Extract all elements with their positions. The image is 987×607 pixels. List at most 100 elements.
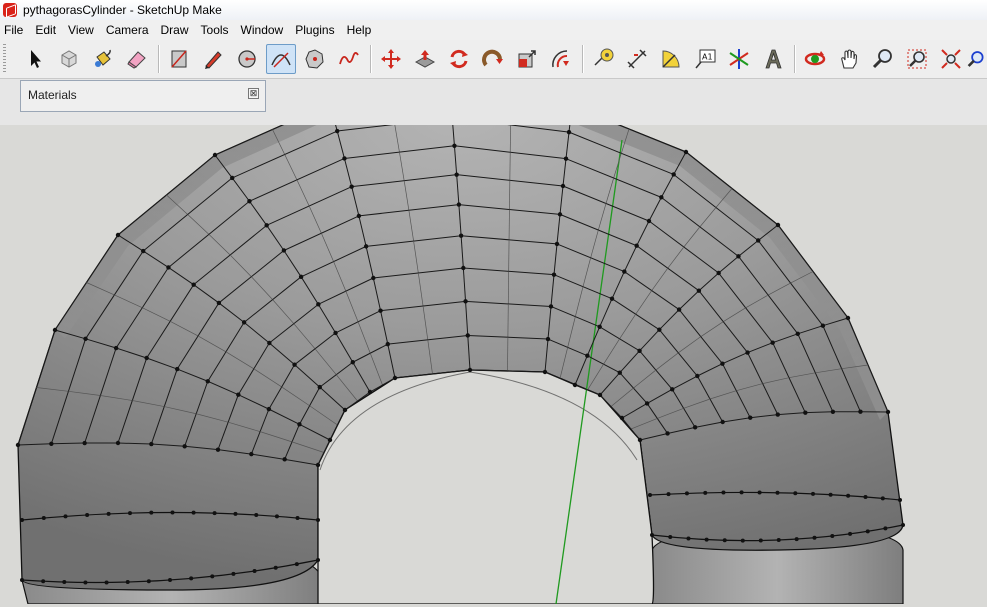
- mesh-vertex: [192, 511, 196, 515]
- mesh-vertex: [883, 526, 887, 530]
- mesh-vertex: [62, 580, 66, 584]
- mesh-vertex: [638, 438, 642, 442]
- mesh-vertex: [821, 323, 825, 327]
- mesh-vertex: [898, 498, 902, 502]
- mesh-vertex: [748, 416, 752, 420]
- mesh-vertex: [64, 514, 68, 518]
- close-icon[interactable]: ⊠: [248, 88, 259, 99]
- freehand-icon: [337, 47, 361, 71]
- mesh-vertex: [114, 346, 118, 350]
- freehand-button[interactable]: [334, 44, 364, 74]
- mesh-vertex: [274, 566, 278, 570]
- mesh-vertex: [128, 511, 132, 515]
- make-component-button[interactable]: [54, 44, 84, 74]
- scale-icon: [515, 47, 539, 71]
- protractor-button[interactable]: [656, 44, 686, 74]
- mesh-vertex: [342, 156, 346, 160]
- mesh-vertex: [677, 307, 681, 311]
- mesh-vertex: [685, 491, 689, 495]
- circle-button[interactable]: [232, 44, 262, 74]
- rotate-button[interactable]: [444, 44, 474, 74]
- mesh-vertex: [213, 511, 217, 515]
- paint-bucket-button[interactable]: [88, 44, 118, 74]
- mesh-vertex: [546, 337, 550, 341]
- mesh-vertex: [386, 342, 390, 346]
- push-pull-button[interactable]: [410, 44, 440, 74]
- previous-view-button[interactable]: [966, 44, 987, 74]
- mesh-vertex: [83, 580, 87, 584]
- toolbar-grip[interactable]: [3, 44, 6, 74]
- mesh-vertex: [697, 289, 701, 293]
- mesh-vertex: [796, 332, 800, 336]
- materials-panel[interactable]: Materials ⊠: [20, 80, 266, 112]
- menu-window[interactable]: Window: [236, 23, 291, 37]
- mesh-vertex: [813, 536, 817, 540]
- mesh-vertex: [149, 511, 153, 515]
- mesh-vertex: [777, 538, 781, 542]
- line-button[interactable]: [198, 44, 228, 74]
- dimension-button[interactable]: [622, 44, 652, 74]
- menu-tools[interactable]: Tools: [196, 23, 236, 37]
- zoom-extents-button[interactable]: [936, 44, 966, 74]
- mesh-vertex: [555, 242, 559, 246]
- menu-help[interactable]: Help: [342, 23, 379, 37]
- 3d-text-icon: [761, 47, 785, 71]
- rectangle-button[interactable]: [164, 44, 194, 74]
- 3d-text-button[interactable]: [758, 44, 788, 74]
- tape-measure-button[interactable]: [588, 44, 618, 74]
- mesh-vertex: [282, 457, 286, 461]
- follow-me-button[interactable]: [478, 44, 508, 74]
- mesh-vertex: [335, 129, 339, 133]
- menu-plugins[interactable]: Plugins: [290, 23, 341, 37]
- text-label-button[interactable]: A1: [690, 44, 720, 74]
- mesh-vertex: [182, 444, 186, 448]
- mesh-vertex: [803, 410, 807, 414]
- mesh-vertex: [829, 493, 833, 497]
- pan-button[interactable]: [834, 44, 864, 74]
- previous-view-icon: [966, 47, 987, 71]
- mesh-vertex: [848, 532, 852, 536]
- axes-button[interactable]: [724, 44, 754, 74]
- arc-icon: [269, 47, 293, 71]
- mesh-vertex: [316, 558, 320, 562]
- mesh-vertex: [53, 328, 57, 332]
- menu-view[interactable]: View: [63, 23, 101, 37]
- mesh-vertex: [720, 420, 724, 424]
- mesh-vertex: [231, 572, 235, 576]
- mesh-vertex: [328, 438, 332, 442]
- mesh-vertex: [357, 214, 361, 218]
- mesh-vertex: [168, 578, 172, 582]
- mesh-vertex: [275, 514, 279, 518]
- select-tool-button[interactable]: [20, 44, 50, 74]
- zoom-window-button[interactable]: [902, 44, 932, 74]
- mesh-vertex: [831, 410, 835, 414]
- mesh-vertex: [126, 580, 130, 584]
- scale-button[interactable]: [512, 44, 542, 74]
- mesh-vertex: [886, 410, 890, 414]
- eraser-button[interactable]: [122, 44, 152, 74]
- mesh-vertex: [585, 353, 589, 357]
- menu-edit[interactable]: Edit: [30, 23, 63, 37]
- mesh-vertex: [83, 337, 87, 341]
- mesh-vertex: [233, 512, 237, 516]
- mesh-vertex: [758, 490, 762, 494]
- move-button[interactable]: [376, 44, 406, 74]
- protractor-icon: [659, 47, 683, 71]
- mesh-vertex: [830, 534, 834, 538]
- torus-model: [0, 125, 987, 604]
- menu-camera[interactable]: Camera: [101, 23, 156, 37]
- mesh-vertex: [549, 304, 553, 308]
- zoom-button[interactable]: [868, 44, 898, 74]
- text-label-icon-text: A1: [702, 53, 713, 62]
- mesh-vertex: [452, 144, 456, 148]
- model-viewport[interactable]: [0, 125, 987, 604]
- offset-button[interactable]: [546, 44, 576, 74]
- mesh-vertex: [318, 385, 322, 389]
- arc-button[interactable]: [266, 44, 296, 74]
- menu-file[interactable]: File: [0, 23, 30, 37]
- orbit-button[interactable]: [800, 44, 830, 74]
- polygon-button[interactable]: [300, 44, 330, 74]
- mesh-vertex: [846, 494, 850, 498]
- menu-draw[interactable]: Draw: [156, 23, 196, 37]
- mesh-vertex: [561, 184, 565, 188]
